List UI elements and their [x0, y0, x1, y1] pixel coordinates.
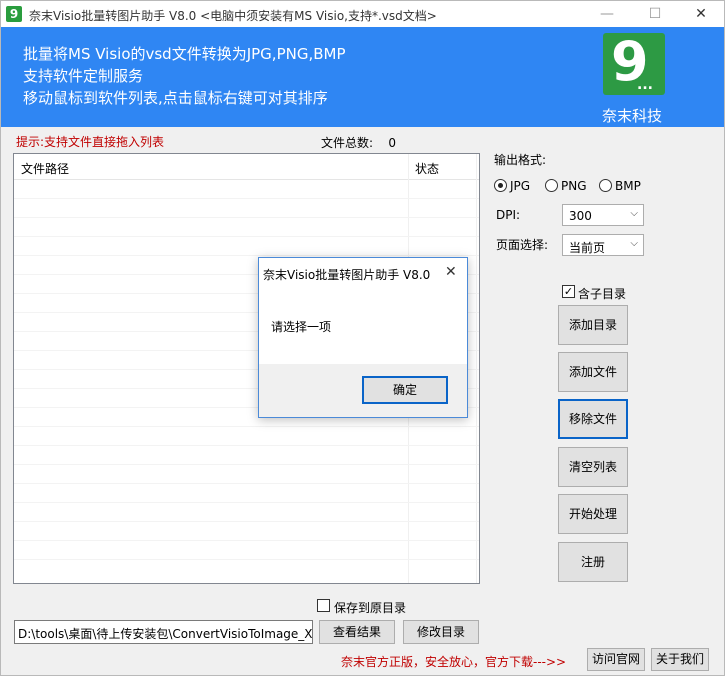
banner: 批量将MS Visio的vsd文件转换为JPG,PNG,BMP 支持软件定制服务…	[1, 27, 724, 127]
register-button[interactable]: 注册	[558, 542, 628, 582]
grid-line	[14, 255, 479, 256]
change-directory-button[interactable]: 修改目录	[403, 620, 479, 644]
company-logo: 9 ...	[603, 31, 665, 95]
start-processing-button[interactable]: 开始处理	[558, 494, 628, 534]
radio-png-label[interactable]: PNG	[561, 179, 587, 193]
add-file-button[interactable]: 添加文件	[558, 352, 628, 392]
view-result-button[interactable]: 查看结果	[319, 620, 395, 644]
dpi-label: DPI:	[496, 208, 521, 222]
minimize-button[interactable]: —	[584, 1, 630, 27]
column-header-status[interactable]: 状态	[415, 160, 439, 177]
grid-line	[14, 445, 479, 446]
file-count: 文件总数: 0	[321, 134, 396, 151]
column-header-path[interactable]: 文件路径	[21, 160, 69, 177]
radio-jpg[interactable]	[494, 179, 507, 192]
drag-tip: 提示:支持文件直接拖入列表	[16, 135, 165, 149]
radio-png[interactable]	[545, 179, 558, 192]
banner-line-2: 支持软件定制服务	[23, 67, 144, 85]
about-us-button[interactable]: 关于我们	[651, 648, 709, 671]
clear-list-button[interactable]: 清空列表	[558, 447, 628, 487]
app-icon: 9	[6, 6, 22, 22]
main-window: 9 奈末Visio批量转图片助手 V8.0 <电脑中须安装有MS Visio,支…	[0, 0, 725, 676]
dpi-select[interactable]: 300 ⌵	[562, 204, 644, 226]
title-bar[interactable]: 9 奈末Visio批量转图片助手 V8.0 <电脑中须安装有MS Visio,支…	[1, 1, 724, 27]
page-select-label: 页面选择:	[496, 238, 549, 252]
banner-line-3: 移动鼠标到软件列表,点击鼠标右键可对其排序	[23, 89, 328, 107]
radio-jpg-label[interactable]: JPG	[510, 179, 530, 193]
close-button[interactable]: ✕	[678, 1, 724, 27]
output-format-label: 输出格式:	[494, 153, 547, 167]
page-select-value: 当前页	[569, 241, 606, 255]
grid-line	[14, 426, 479, 427]
grid-line	[14, 559, 479, 560]
page-select[interactable]: 当前页 ⌵	[562, 234, 644, 256]
banner-line-1: 批量将MS Visio的vsd文件转换为JPG,PNG,BMP	[23, 45, 346, 63]
visit-website-button[interactable]: 访问官网	[587, 648, 645, 671]
grid-line	[14, 217, 479, 218]
list-header: 文件路径 状态	[14, 154, 479, 180]
grid-line	[14, 198, 479, 199]
chevron-down-icon: ⌵	[630, 238, 638, 249]
save-to-original-checkbox[interactable]	[317, 599, 330, 612]
grid-line	[14, 540, 479, 541]
dpi-value: 300	[569, 209, 592, 223]
include-subdir-label[interactable]: 含子目录	[578, 285, 626, 302]
radio-bmp-label[interactable]: BMP	[615, 179, 641, 193]
include-subdir-checkbox[interactable]: ✓	[562, 285, 575, 298]
dialog-ok-button[interactable]: 确定	[362, 376, 448, 404]
output-path-field[interactable]: D:\tools\桌面\待上传安装包\ConvertVisioToImage_X…	[14, 620, 313, 644]
dialog-title: 奈末Visio批量转图片助手 V8.0	[263, 268, 431, 282]
file-count-label: 文件总数:	[321, 136, 374, 150]
dialog-close-icon[interactable]: ✕	[445, 264, 457, 280]
grid-line	[14, 236, 479, 237]
promo-text: 奈末官方正版，安全放心，官方下载--->>	[341, 655, 567, 669]
radio-bmp[interactable]	[599, 179, 612, 192]
save-to-original-label[interactable]: 保存到原目录	[334, 599, 406, 616]
dialog-footer: 确定	[259, 364, 467, 417]
grid-line	[14, 521, 479, 522]
add-directory-button[interactable]: 添加目录	[558, 305, 628, 345]
file-count-value: 0	[388, 136, 396, 150]
grid-line	[14, 502, 479, 503]
maximize-button[interactable]: ☐	[632, 1, 678, 27]
remove-file-button[interactable]: 移除文件	[558, 399, 628, 439]
grid-line	[14, 483, 479, 484]
grid-line	[14, 464, 479, 465]
chevron-down-icon: ⌵	[630, 208, 638, 219]
dialog-message: 请选择一项	[271, 320, 332, 334]
message-dialog: 奈末Visio批量转图片助手 V8.0 ✕ 请选择一项 确定	[258, 257, 468, 418]
window-title: 奈末Visio批量转图片助手 V8.0 <电脑中须安装有MS Visio,支持*…	[29, 9, 437, 23]
brand-name: 奈末科技	[602, 107, 663, 125]
